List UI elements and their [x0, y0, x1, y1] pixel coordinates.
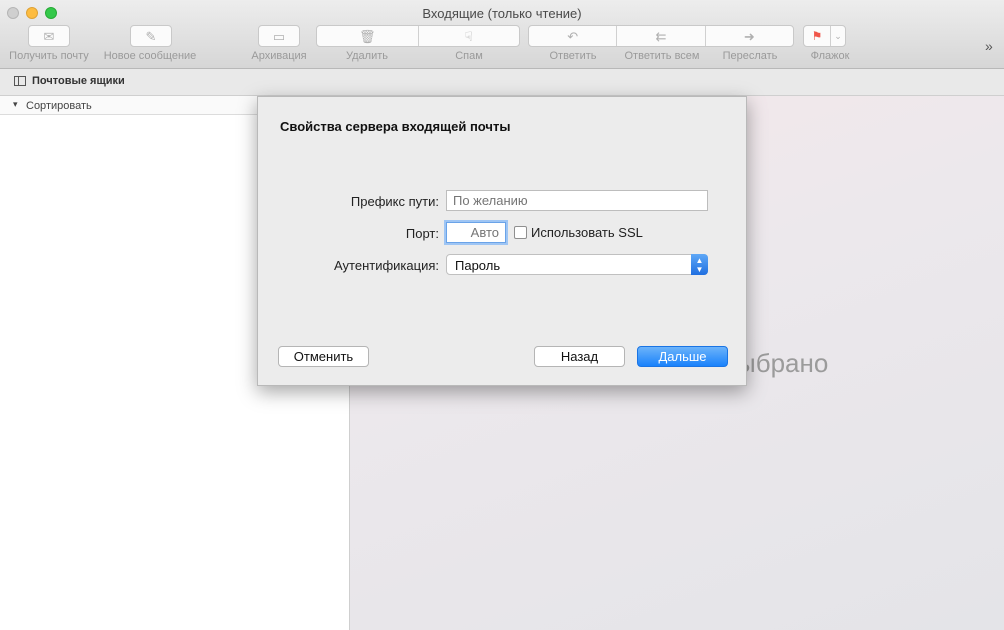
flag-label: Флажок: [810, 50, 850, 62]
sidebar-icon[interactable]: [14, 76, 26, 86]
archive-button[interactable]: ▭: [258, 25, 300, 47]
use-ssl-label[interactable]: Использовать SSL: [531, 225, 643, 240]
flag-menu-button[interactable]: ⌄: [831, 26, 845, 46]
new-message-label: Новое сообщение: [103, 50, 197, 62]
forward-label: Переслать: [722, 50, 778, 62]
spam-button[interactable]: ☟: [419, 26, 520, 46]
toolbar-overflow-button[interactable]: »: [985, 38, 993, 54]
port-label: Порт:: [405, 226, 439, 241]
archive-box-icon: ▭: [272, 28, 286, 44]
trash-icon: 🗑: [358, 28, 376, 44]
authentication-select[interactable]: Пароль ▲ ▼: [446, 254, 708, 275]
chevron-down-icon: ⌄: [834, 30, 842, 41]
reply-all-button[interactable]: ⇇: [617, 26, 706, 46]
delete-button[interactable]: 🗑: [317, 26, 419, 46]
chevron-down-icon: ▾: [13, 99, 18, 109]
reply-group: ↶ ⇇ ➜: [528, 25, 794, 47]
window-title: Входящие (только чтение): [422, 6, 582, 21]
cancel-button[interactable]: Отменить: [278, 346, 369, 367]
archive-label: Архивация: [251, 50, 307, 62]
reply-arrow-icon: ↶: [567, 28, 579, 44]
path-prefix-label: Префикс пути:: [350, 194, 439, 209]
path-prefix-input[interactable]: [446, 190, 708, 211]
sheet-title: Свойства сервера входящей почты: [280, 119, 511, 134]
title-bar: Входящие (только чтение) ✉ Получить почт…: [0, 0, 1004, 69]
delete-spam-group: 🗑 ☟: [316, 25, 520, 47]
back-button[interactable]: Назад: [534, 346, 625, 367]
mailboxes-bar: Почтовые ящики: [0, 69, 1004, 96]
flag-button[interactable]: ⚑: [804, 26, 831, 46]
reply-button[interactable]: ↶: [529, 26, 618, 46]
authentication-value: Пароль: [455, 258, 501, 273]
authentication-label: Аутентификация:: [334, 258, 439, 273]
next-button[interactable]: Дальше: [637, 346, 728, 367]
get-mail-button[interactable]: ✉: [28, 25, 70, 47]
flag-group: ⚑ ⌄: [803, 25, 846, 47]
thumbs-down-icon: ☟: [464, 28, 473, 44]
envelope-icon: ✉: [43, 28, 55, 44]
no-selection-text: ыбрано: [737, 348, 829, 378]
reply-all-label: Ответить всем: [624, 50, 700, 62]
get-mail-label: Получить почту: [9, 50, 89, 62]
mailboxes-toggle[interactable]: Почтовые ящики: [32, 75, 125, 87]
reply-label: Ответить: [549, 50, 597, 62]
spam-label: Спам: [455, 50, 483, 62]
incoming-server-settings-sheet: Свойства сервера входящей почты Префикс …: [257, 96, 747, 386]
new-message-button[interactable]: ✎: [130, 25, 172, 47]
forward-arrow-icon: ➜: [743, 28, 755, 44]
compose-icon: ✎: [145, 28, 157, 44]
updown-chevron-icon: ▲ ▼: [691, 254, 708, 275]
delete-label: Удалить: [346, 50, 388, 62]
use-ssl-checkbox[interactable]: [514, 226, 527, 239]
port-input[interactable]: [446, 222, 506, 243]
reply-all-arrow-icon: ⇇: [655, 28, 667, 44]
flag-icon: ⚑: [811, 29, 823, 43]
sort-menu[interactable]: Сортировать по дате ▾: [13, 98, 92, 124]
forward-button[interactable]: ➜: [706, 26, 793, 46]
